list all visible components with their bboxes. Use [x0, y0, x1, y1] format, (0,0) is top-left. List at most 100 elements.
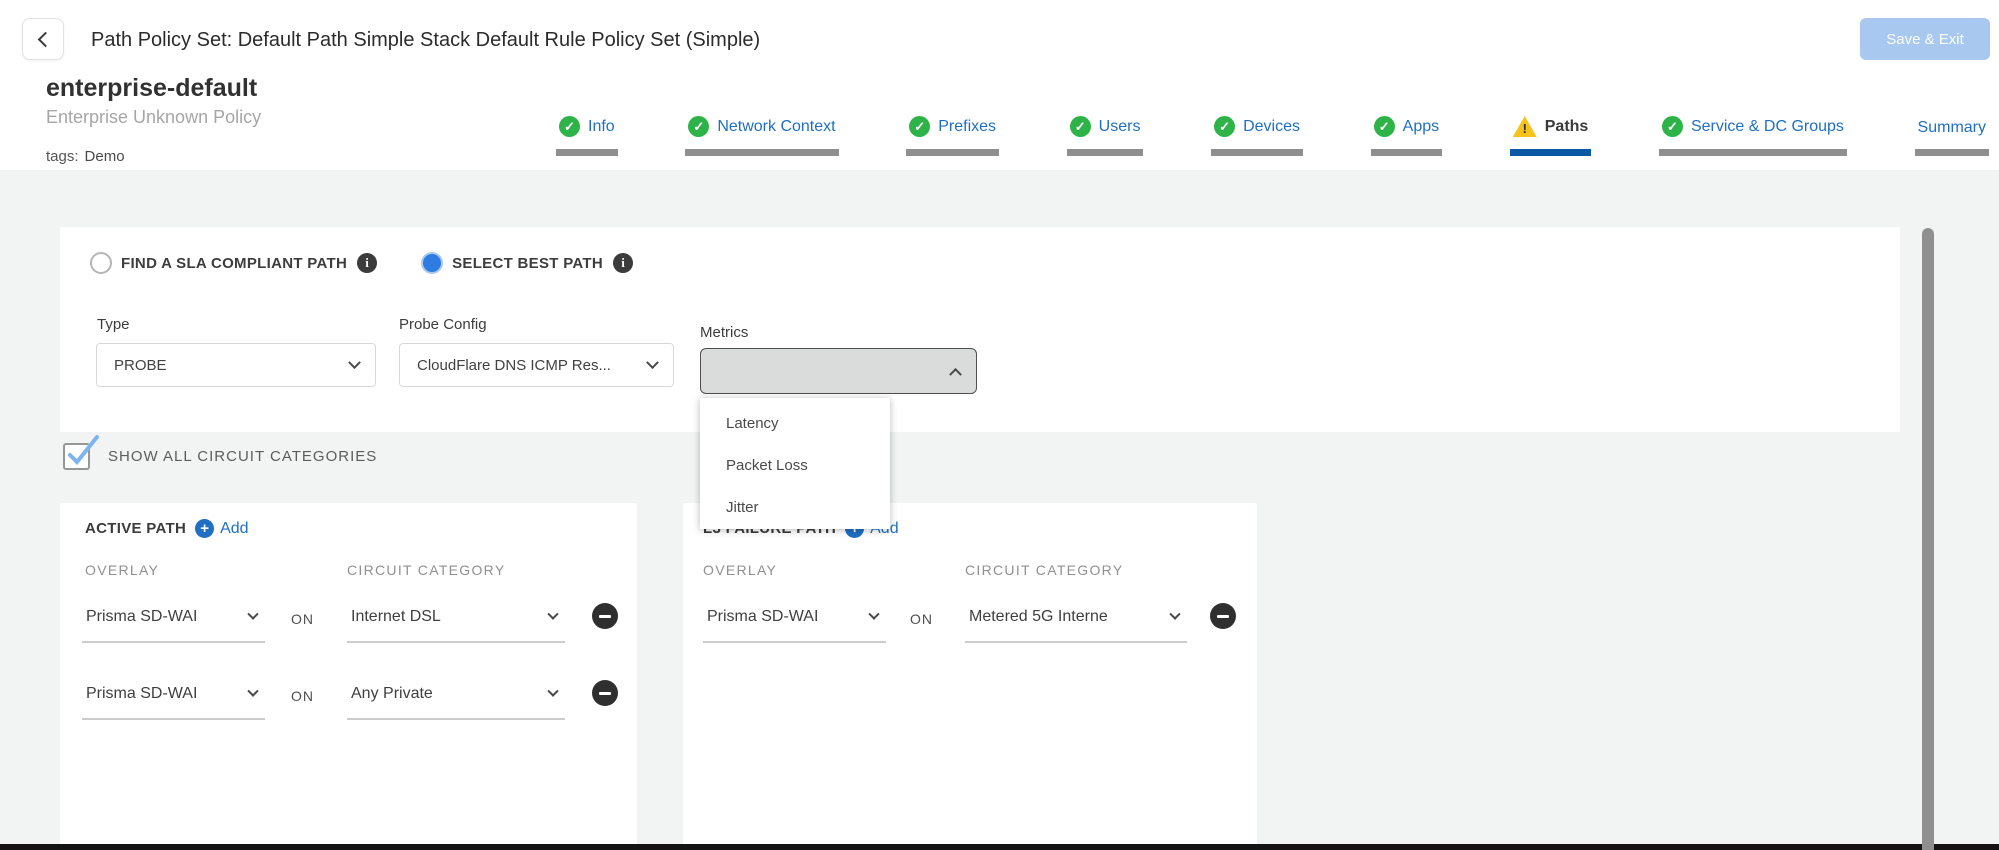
circuit-category-column-header: CIRCUIT CATEGORY	[965, 562, 1123, 578]
chevron-left-icon	[37, 31, 53, 47]
minus-icon	[599, 615, 611, 618]
info-icon[interactable]: i	[357, 253, 377, 273]
path-selection-card: FIND A SLA COMPLIANT PATH i SELECT BEST …	[60, 227, 1900, 432]
check-circle-icon	[1214, 116, 1235, 137]
check-circle-icon	[909, 116, 930, 137]
chevron-down-icon	[547, 609, 558, 620]
tab-label: Apps	[1403, 118, 1439, 136]
check-mark-icon	[67, 436, 101, 470]
show-all-circuits-toggle[interactable]: SHOW ALL CIRCUIT CATEGORIES	[63, 443, 377, 470]
vertical-scrollbar[interactable]	[1922, 228, 1934, 850]
probe-config-value: CloudFlare DNS ICMP Res...	[417, 357, 611, 374]
circuit-category-value: Any Private	[351, 685, 433, 703]
dropdown-option-jitter[interactable]: Jitter	[700, 486, 890, 528]
active-path-panel: ACTIVE PATH + Add OVERLAY CIRCUIT CATEGO…	[60, 503, 637, 850]
select-best-label: SELECT BEST PATH	[452, 255, 603, 272]
overlay-select[interactable]: Prisma SD-WAI	[82, 603, 265, 643]
find-sla-radio[interactable]	[90, 252, 112, 274]
metrics-label: Metrics	[700, 324, 748, 341]
tab-users[interactable]: Users	[1067, 116, 1144, 156]
circuit-category-value: Metered 5G Interne	[969, 608, 1108, 626]
probe-config-select[interactable]: CloudFlare DNS ICMP Res...	[399, 343, 674, 387]
type-label: Type	[97, 316, 130, 333]
check-circle-icon	[688, 116, 709, 137]
tab-paths[interactable]: Paths	[1510, 116, 1592, 156]
on-label: ON	[291, 611, 314, 627]
circuit-category-select[interactable]: Internet DSL	[347, 603, 565, 643]
tab-label: Summary	[1918, 119, 1986, 137]
checkbox-checked-icon[interactable]	[63, 443, 90, 470]
on-label: ON	[291, 688, 314, 704]
circuit-category-select[interactable]: Any Private	[347, 680, 565, 720]
chevron-down-icon	[1169, 609, 1180, 620]
tab-label: Paths	[1545, 118, 1589, 136]
path-mode-radios: FIND A SLA COMPLIANT PATH i SELECT BEST …	[90, 252, 633, 274]
tab-label: Service & DC Groups	[1691, 118, 1844, 136]
workspace-background: FIND A SLA COMPLIANT PATH i SELECT BEST …	[0, 170, 1999, 850]
path-row: Prisma SD-WAI ON Metered 5G Interne	[683, 601, 1257, 643]
back-button[interactable]	[22, 18, 64, 60]
chevron-down-icon	[646, 356, 659, 369]
dropdown-option-latency[interactable]: Latency	[700, 402, 890, 444]
overlay-select[interactable]: Prisma SD-WAI	[82, 680, 265, 720]
overlay-value: Prisma SD-WAI	[707, 608, 818, 626]
chevron-down-icon	[348, 356, 361, 369]
show-all-circuits-label: SHOW ALL CIRCUIT CATEGORIES	[108, 448, 377, 465]
active-path-header: ACTIVE PATH + Add	[85, 519, 249, 538]
policy-set-subtitle: Enterprise Unknown Policy	[46, 107, 261, 128]
tab-info[interactable]: Info	[556, 116, 618, 156]
tab-label: Users	[1099, 118, 1141, 136]
save-exit-button[interactable]: Save & Exit	[1860, 18, 1990, 60]
add-active-path-link[interactable]: + Add	[195, 519, 248, 538]
path-row: Prisma SD-WAI ON Internet DSL	[60, 601, 637, 643]
circuit-category-value: Internet DSL	[351, 608, 441, 626]
overlay-column-header: OVERLAY	[703, 562, 777, 578]
type-value: PROBE	[114, 357, 167, 374]
circuit-category-select[interactable]: Metered 5G Interne	[965, 603, 1187, 643]
tab-bar: Info Network Context Prefixes Users Devi…	[556, 116, 1989, 156]
path-row: Prisma SD-WAI ON Any Private	[60, 678, 637, 720]
overlay-column-header: OVERLAY	[85, 562, 159, 578]
overlay-value: Prisma SD-WAI	[86, 685, 197, 703]
overlay-value: Prisma SD-WAI	[86, 608, 197, 626]
dropdown-option-packet-loss[interactable]: Packet Loss	[700, 444, 890, 486]
metrics-select[interactable]	[700, 348, 977, 394]
tab-network-context[interactable]: Network Context	[685, 116, 838, 156]
tags-line: tags:Demo	[46, 148, 125, 165]
tab-summary[interactable]: Summary	[1915, 119, 1989, 156]
metrics-dropdown-menu: Latency Packet Loss Jitter	[700, 398, 890, 529]
active-path-title: ACTIVE PATH	[85, 520, 186, 537]
tab-label: Network Context	[717, 118, 835, 136]
check-circle-icon	[559, 116, 580, 137]
chevron-up-icon	[949, 367, 962, 380]
tab-apps[interactable]: Apps	[1371, 116, 1442, 156]
bottom-edge-bar	[0, 844, 1999, 850]
l3-failure-path-panel: L3 FAILURE PATH + Add OVERLAY CIRCUIT CA…	[683, 503, 1257, 850]
overlay-select[interactable]: Prisma SD-WAI	[703, 603, 886, 643]
chevron-down-icon	[868, 609, 879, 620]
on-label: ON	[910, 611, 933, 627]
page-title: Path Policy Set: Default Path Simple Sta…	[91, 29, 760, 52]
tags-label: tags:	[46, 148, 79, 165]
policy-set-name: enterprise-default	[46, 74, 257, 103]
add-label: Add	[220, 520, 248, 538]
check-circle-icon	[1662, 116, 1683, 137]
select-best-radio[interactable]	[421, 252, 443, 274]
remove-row-button[interactable]	[1210, 603, 1236, 629]
remove-row-button[interactable]	[592, 680, 618, 706]
tab-service-dc-groups[interactable]: Service & DC Groups	[1659, 116, 1847, 156]
app-window: Path Policy Set: Default Path Simple Sta…	[0, 0, 1999, 850]
tab-prefixes[interactable]: Prefixes	[906, 116, 999, 156]
tab-devices[interactable]: Devices	[1211, 116, 1303, 156]
type-select[interactable]: PROBE	[96, 343, 376, 387]
tab-label: Devices	[1243, 118, 1300, 136]
info-icon[interactable]: i	[613, 253, 633, 273]
find-sla-label: FIND A SLA COMPLIANT PATH	[121, 255, 347, 272]
probe-config-label: Probe Config	[399, 316, 487, 333]
chevron-down-icon	[247, 609, 258, 620]
plus-circle-icon: +	[195, 519, 214, 538]
chevron-down-icon	[247, 686, 258, 697]
minus-icon	[1217, 615, 1229, 618]
remove-row-button[interactable]	[592, 603, 618, 629]
chevron-down-icon	[547, 686, 558, 697]
